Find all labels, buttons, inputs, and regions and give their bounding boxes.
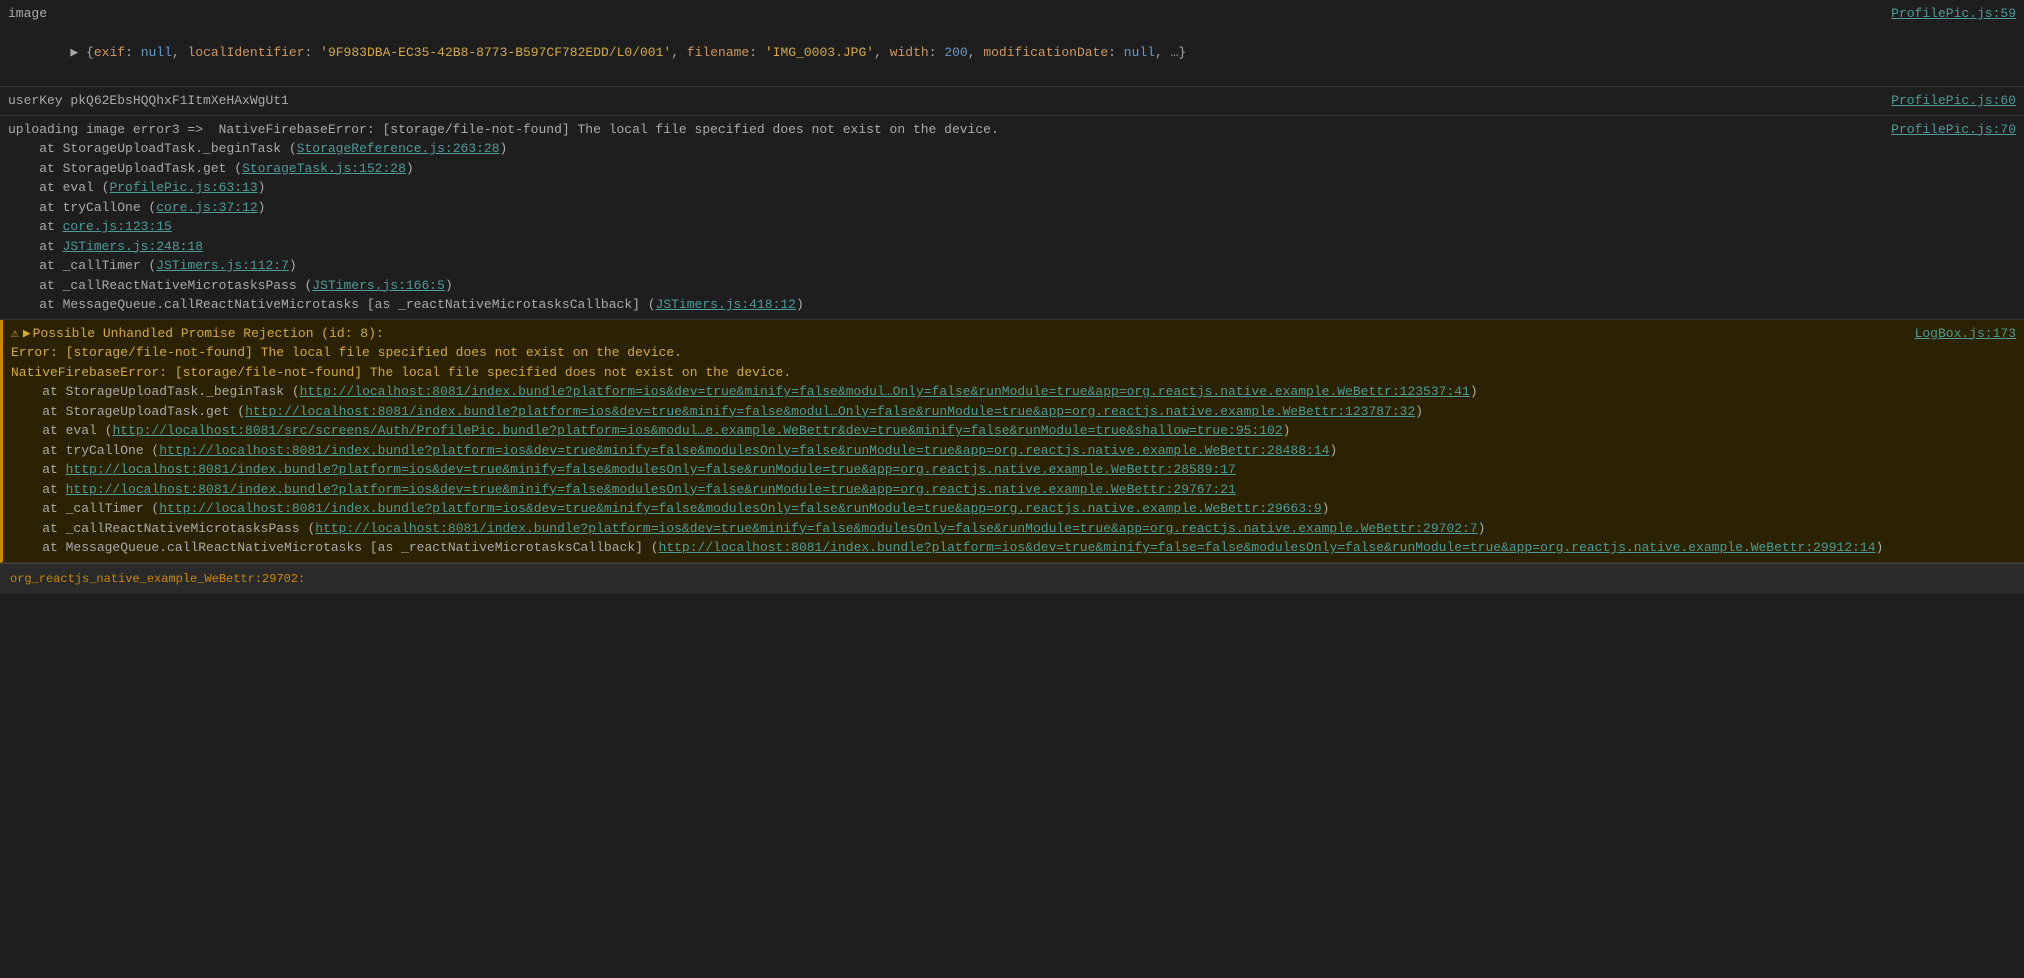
userkey-section: userKey pkQ62EbsHQQhxF1ItmXeHAxWgUt1 Pro… [0,87,2024,116]
promise-stack-text-7: at _callTimer (http://localhost:8081/ind… [11,499,2016,519]
warning-title: Possible Unhandled Promise Rejection (id… [33,324,384,344]
warning-header-left: ⚠ ▶ Possible Unhandled Promise Rejection… [11,324,384,344]
stack-text-5: at core.js:123:15 [8,217,2016,237]
promise-stack-text-4: at tryCallOne (http://localhost:8081/ind… [11,441,2016,461]
stack-text-4: at tryCallOne (core.js:37:12) [8,198,2016,218]
stack-text-2: at StorageUploadTask.get (StorageTask.js… [8,159,2016,179]
promise-stack-line-4: at tryCallOne (http://localhost:8081/ind… [11,441,2016,461]
stack-text-7: at _callTimer (JSTimers.js:112:7) [8,256,2016,276]
userkey-source[interactable]: ProfilePic.js:60 [1891,91,2016,111]
promise-stack-line-6: at http://localhost:8081/index.bundle?pl… [11,480,2016,500]
promise-stack-text-2: at StorageUploadTask.get (http://localho… [11,402,2016,422]
promise-stack-line-1: at StorageUploadTask._beginTask (http://… [11,382,2016,402]
stack-line-2: at StorageUploadTask.get (StorageTask.js… [8,159,2016,179]
image-exif-line: ▶ {exif: null, localIdentifier: '9F983DB… [8,24,2016,83]
stack-line-4: at tryCallOne (core.js:37:12) [8,198,2016,218]
upload-error-section: uploading image error3 => NativeFirebase… [0,116,2024,320]
promise-error-text-2: NativeFirebaseError: [storage/file-not-f… [11,363,2016,383]
promise-stack-text-6: at http://localhost:8081/index.bundle?pl… [11,480,2016,500]
warning-icon: ⚠ [11,324,19,344]
promise-stack-link-5[interactable]: http://localhost:8081/index.bundle?platf… [66,462,1236,477]
promise-stack-link-9[interactable]: http://localhost:8081/index.bundle?platf… [659,540,1876,555]
stack-link-6[interactable]: JSTimers.js:248:18 [63,239,203,254]
stack-link-7[interactable]: JSTimers.js:112:7 [156,258,289,273]
image-label: image [8,4,1891,24]
promise-stack-line-3: at eval (http://localhost:8081/src/scree… [11,421,2016,441]
promise-stack-link-4[interactable]: http://localhost:8081/index.bundle?platf… [159,443,1329,458]
stack-link-4[interactable]: core.js:37:12 [156,200,257,215]
image-section: image ProfilePic.js:59 ▶ {exif: null, lo… [0,0,2024,87]
promise-stack-line-2: at StorageUploadTask.get (http://localho… [11,402,2016,422]
stack-text-6: at JSTimers.js:248:18 [8,237,2016,257]
promise-stack-link-8[interactable]: http://localhost:8081/index.bundle?platf… [315,521,1477,536]
promise-stack-line-7: at _callTimer (http://localhost:8081/ind… [11,499,2016,519]
promise-stack-text-3: at eval (http://localhost:8081/src/scree… [11,421,2016,441]
stack-link-2[interactable]: StorageTask.js:152:28 [242,161,406,176]
stack-line-6: at JSTimers.js:248:18 [8,237,2016,257]
promise-stack-text-9: at MessageQueue.callReactNativeMicrotask… [11,538,2016,558]
stack-link-1[interactable]: StorageReference.js:263:28 [297,141,500,156]
stack-link-8[interactable]: JSTimers.js:166:5 [312,278,445,293]
promise-stack-link-1[interactable]: http://localhost:8081/index.bundle?platf… [300,384,1470,399]
promise-stack-link-2[interactable]: http://localhost:8081/index.bundle?platf… [245,404,1415,419]
promise-stack-link-6[interactable]: http://localhost:8081/index.bundle?platf… [66,482,1236,497]
bottom-bar: org_reactjs_native_example_WeBettr:29702… [0,563,2024,594]
promise-stack-line-9: at MessageQueue.callReactNativeMicrotask… [11,538,2016,558]
stack-line-9: at MessageQueue.callReactNativeMicrotask… [8,295,2016,315]
stack-line-7: at _callTimer (JSTimers.js:112:7) [8,256,2016,276]
stack-link-5[interactable]: core.js:123:15 [63,219,172,234]
stack-link-9[interactable]: JSTimers.js:418:12 [656,297,796,312]
console-container: image ProfilePic.js:59 ▶ {exif: null, lo… [0,0,2024,978]
userkey-line: userKey pkQ62EbsHQQhxF1ItmXeHAxWgUt1 Pro… [8,91,2016,111]
triangle-icon: ▶ [23,324,31,344]
stack-line-5: at core.js:123:15 [8,217,2016,237]
promise-stack-text-8: at _callReactNativeMicrotasksPass (http:… [11,519,2016,539]
upload-error-text: uploading image error3 => NativeFirebase… [8,120,1891,140]
promise-stack-link-3[interactable]: http://localhost:8081/src/screens/Auth/P… [112,423,1282,438]
stack-line-3: at eval (ProfilePic.js:63:13) [8,178,2016,198]
warning-header: ⚠ ▶ Possible Unhandled Promise Rejection… [11,324,2016,344]
upload-error-main: uploading image error3 => NativeFirebase… [8,120,2016,140]
promise-warning-section: ⚠ ▶ Possible Unhandled Promise Rejection… [0,320,2024,563]
upload-error-source[interactable]: ProfilePic.js:70 [1891,120,2016,140]
promise-stack-line-5: at http://localhost:8081/index.bundle?pl… [11,460,2016,480]
promise-stack-line-8: at _callReactNativeMicrotasksPass (http:… [11,519,2016,539]
promise-stack-text-1: at StorageUploadTask._beginTask (http://… [11,382,2016,402]
userkey-text: userKey pkQ62EbsHQQhxF1ItmXeHAxWgUt1 [8,91,1891,111]
warning-source[interactable]: LogBox.js:173 [1915,324,2016,344]
promise-error-text-1: Error: [storage/file-not-found] The loca… [11,343,2016,363]
promise-stack-text-5: at http://localhost:8081/index.bundle?pl… [11,460,2016,480]
image-source[interactable]: ProfilePic.js:59 [1891,4,2016,24]
image-exif-text: ▶ {exif: null, localIdentifier: '9F983DB… [8,24,2016,83]
promise-error-line-1: Error: [storage/file-not-found] The loca… [11,343,2016,363]
stack-line-8: at _callReactNativeMicrotasksPass (JSTim… [8,276,2016,296]
bottom-label: org_reactjs_native_example_WeBettr:29702… [10,570,305,588]
stack-line-1: at StorageUploadTask._beginTask (Storage… [8,139,2016,159]
stack-text-3: at eval (ProfilePic.js:63:13) [8,178,2016,198]
stack-link-3[interactable]: ProfilePic.js:63:13 [109,180,257,195]
promise-stack-link-7[interactable]: http://localhost:8081/index.bundle?platf… [159,501,1321,516]
stack-text-1: at StorageUploadTask._beginTask (Storage… [8,139,2016,159]
promise-error-line-2: NativeFirebaseError: [storage/file-not-f… [11,363,2016,383]
stack-text-8: at _callReactNativeMicrotasksPass (JSTim… [8,276,2016,296]
stack-text-9: at MessageQueue.callReactNativeMicrotask… [8,295,2016,315]
image-line: image ProfilePic.js:59 [8,4,2016,24]
